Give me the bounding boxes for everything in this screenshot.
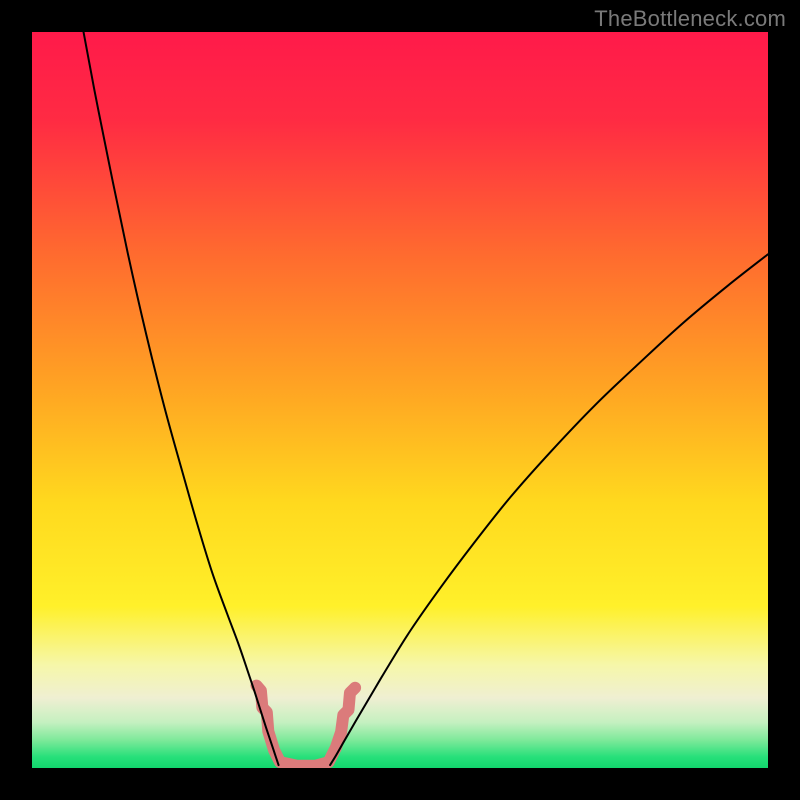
chart-svg <box>32 32 768 768</box>
chart-frame: TheBottleneck.com <box>0 0 800 800</box>
gradient-background <box>32 32 768 768</box>
plot-area <box>32 32 768 768</box>
watermark-text: TheBottleneck.com <box>594 6 786 32</box>
